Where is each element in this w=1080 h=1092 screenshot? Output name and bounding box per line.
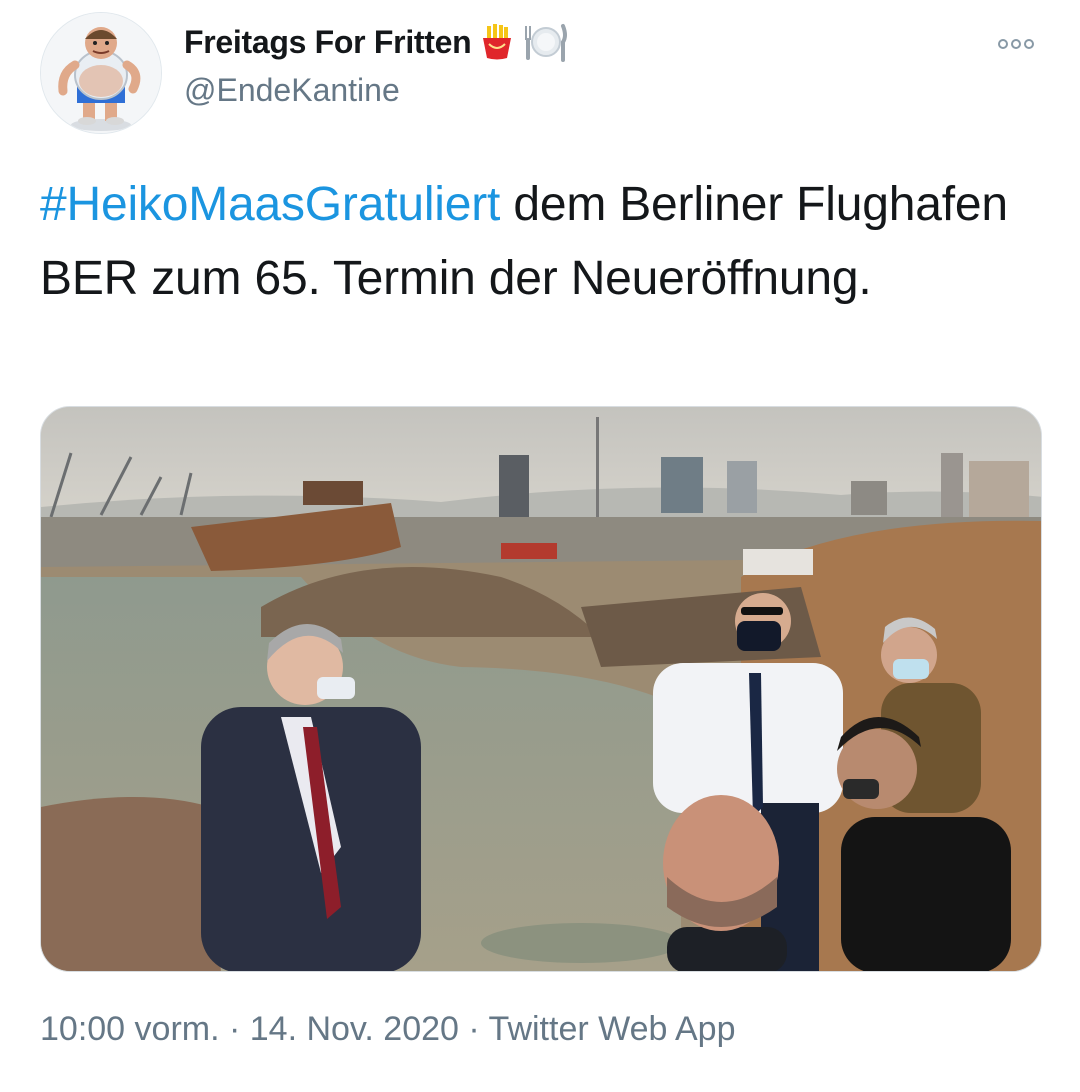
more-options-button[interactable] xyxy=(998,34,1044,54)
plate-cutlery-icon xyxy=(523,22,568,62)
tweet-date[interactable]: 14. Nov. 2020 xyxy=(250,1010,459,1048)
author-handle[interactable]: @EndeKantine xyxy=(184,72,400,109)
separator: · xyxy=(458,1010,489,1048)
dot-icon xyxy=(1011,39,1021,49)
dot-icon xyxy=(1024,39,1034,49)
port-explosion-photo-image xyxy=(41,407,1041,971)
separator: · xyxy=(219,1010,250,1048)
avatar-cartoon-icon xyxy=(41,13,161,133)
tweet-source[interactable]: Twitter Web App xyxy=(489,1010,736,1048)
tweet-text: #HeikoMaasGratuliert dem Berliner Flugha… xyxy=(40,168,1040,316)
dot-icon xyxy=(998,39,1008,49)
tweet-meta: 10:00 vorm. · 14. Nov. 2020 · Twitter We… xyxy=(40,1010,735,1049)
author-display-name[interactable]: Freitags For Fritten xyxy=(184,22,568,62)
display-name-text: Freitags For Fritten xyxy=(184,23,472,60)
tweet-photo[interactable] xyxy=(40,406,1042,972)
fries-icon xyxy=(477,22,517,62)
hashtag-link[interactable]: #HeikoMaasGratuliert xyxy=(40,178,500,231)
avatar[interactable] xyxy=(40,12,162,134)
tweet-time[interactable]: 10:00 vorm. xyxy=(40,1010,220,1048)
